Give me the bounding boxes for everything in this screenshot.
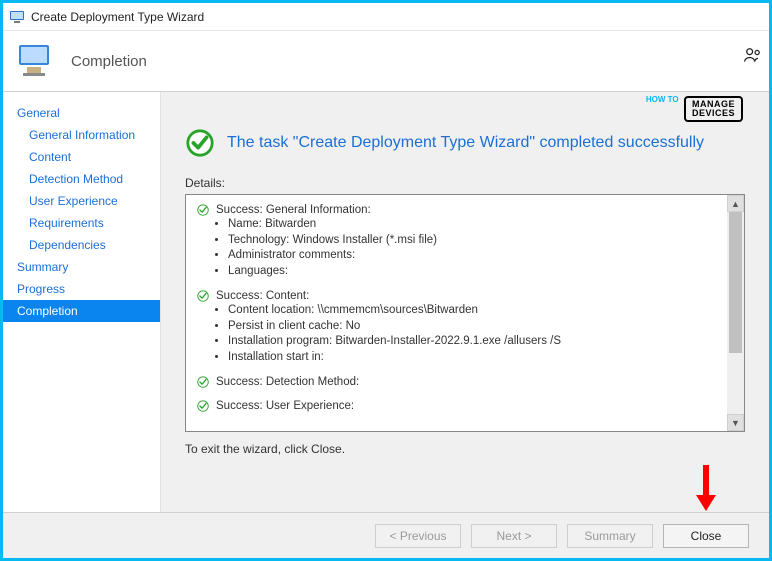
scroll-track[interactable] — [727, 212, 744, 414]
check-icon — [196, 375, 210, 389]
exit-instruction: To exit the wizard, click Close. — [185, 442, 745, 456]
watermark: HOW TO MANAGE DEVICES — [646, 96, 743, 122]
detail-line: Languages: — [228, 264, 717, 280]
wizard-header: Completion — [3, 31, 769, 91]
close-button[interactable]: Close — [663, 524, 749, 548]
window-title: Create Deployment Type Wizard — [31, 10, 204, 24]
watermark-box: MANAGE DEVICES — [684, 96, 743, 122]
detail-line: Installation start in: — [228, 350, 717, 366]
success-icon — [185, 128, 215, 158]
page-heading: Completion — [71, 53, 147, 70]
section-head: Success: General Information: — [216, 204, 371, 216]
users-icon — [743, 45, 763, 68]
sidebar-item-detection-method[interactable]: Detection Method — [3, 168, 160, 190]
section-user-experience: Success: User Experience: — [196, 399, 717, 413]
status-row: The task "Create Deployment Type Wizard"… — [185, 128, 745, 158]
monitor-icon — [17, 41, 57, 81]
wizard-body: General General Information Content Dete… — [3, 92, 769, 512]
details-box: Success: General Information: Name: Bitw… — [185, 194, 745, 432]
sidebar-item-requirements[interactable]: Requirements — [3, 212, 160, 234]
sidebar-item-summary[interactable]: Summary — [3, 256, 160, 278]
check-icon — [196, 399, 210, 413]
summary-button: Summary — [567, 524, 653, 548]
detail-line: Name: Bitwarden — [228, 217, 717, 233]
status-text: The task "Create Deployment Type Wizard"… — [227, 134, 704, 152]
sidebar-item-completion[interactable]: Completion — [3, 300, 160, 322]
sidebar-item-general-information[interactable]: General Information — [3, 124, 160, 146]
check-icon — [196, 289, 210, 303]
detail-line: Installation program: Bitwarden-Installe… — [228, 334, 717, 350]
detail-line: Technology: Windows Installer (*.msi fil… — [228, 233, 717, 249]
previous-button: < Previous — [375, 524, 461, 548]
sidebar-item-general[interactable]: General — [3, 102, 160, 124]
watermark-pre: HOW TO — [646, 96, 679, 104]
section-general-information: Success: General Information: Name: Bitw… — [196, 203, 717, 279]
sidebar-item-dependencies[interactable]: Dependencies — [3, 234, 160, 256]
details-label: Details: — [185, 176, 745, 190]
wizard-footer: < Previous Next > Summary Close — [3, 512, 769, 558]
detail-line: Administrator comments: — [228, 248, 717, 264]
section-head: Success: Content: — [216, 290, 309, 302]
next-button: Next > — [471, 524, 557, 548]
annotation-arrow-icon — [693, 463, 719, 516]
scroll-thumb[interactable] — [729, 212, 742, 353]
details-scrollbar[interactable]: ▲ ▼ — [727, 195, 744, 431]
section-head: Success: User Experience: — [216, 400, 354, 412]
check-icon — [196, 203, 210, 217]
scroll-down-arrow[interactable]: ▼ — [727, 414, 744, 431]
section-content: Success: Content: Content location: \\cm… — [196, 289, 717, 365]
section-detection-method: Success: Detection Method: — [196, 375, 717, 389]
app-icon — [9, 9, 25, 25]
main-panel: HOW TO MANAGE DEVICES The task "Create D… — [161, 92, 769, 512]
details-content: Success: General Information: Name: Bitw… — [186, 195, 727, 431]
sidebar-item-progress[interactable]: Progress — [3, 278, 160, 300]
detail-line: Content location: \\cmmemcm\sources\Bitw… — [228, 303, 717, 319]
window-frame: Create Deployment Type Wizard Completion… — [0, 0, 772, 561]
nav-sidebar: General General Information Content Dete… — [3, 92, 161, 512]
section-head: Success: Detection Method: — [216, 376, 359, 388]
sidebar-item-user-experience[interactable]: User Experience — [3, 190, 160, 212]
sidebar-item-content[interactable]: Content — [3, 146, 160, 168]
watermark-line2: DEVICES — [692, 108, 735, 118]
title-bar: Create Deployment Type Wizard — [3, 3, 769, 31]
detail-line: Persist in client cache: No — [228, 319, 717, 335]
scroll-up-arrow[interactable]: ▲ — [727, 195, 744, 212]
